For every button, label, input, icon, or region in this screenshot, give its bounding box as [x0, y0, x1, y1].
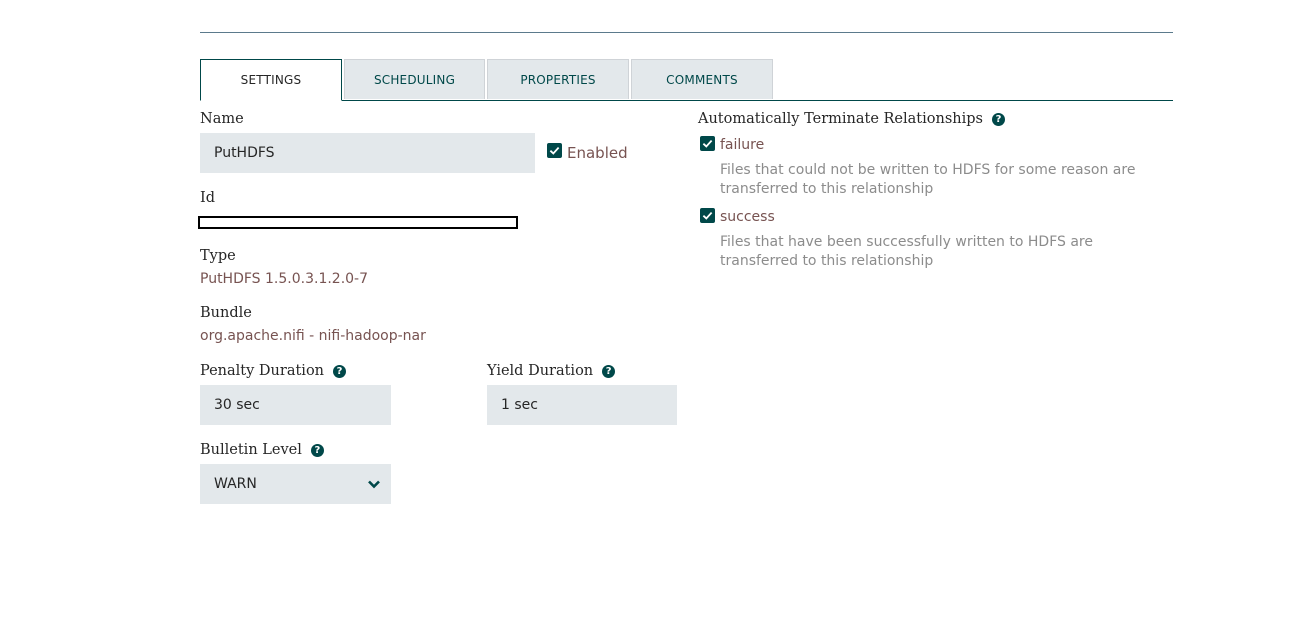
yield-duration-text: Yield Duration [487, 363, 594, 379]
help-icon[interactable]: ? [602, 365, 616, 378]
help-icon[interactable]: ? [991, 113, 1005, 126]
bundle-value: org.apache.nifi - nifi-hadoop-nar [200, 328, 426, 344]
yield-duration-input[interactable]: 1 sec [487, 385, 677, 425]
enabled-label[interactable]: Enabled [567, 144, 628, 162]
bundle-label: Bundle [200, 305, 252, 321]
help-icon[interactable]: ? [333, 365, 347, 378]
auto-terminate-text: Automatically Terminate Relationships [698, 111, 983, 127]
bulletin-level-value: WARN [214, 476, 257, 492]
bulletin-level-text: Bulletin Level [200, 442, 302, 458]
chevron-down-icon [368, 480, 380, 489]
success-checkbox[interactable] [700, 208, 715, 223]
enabled-checkbox[interactable] [547, 143, 562, 158]
relationship-success-description: Files that have been successfully writte… [720, 234, 1093, 269]
yield-duration-label: Yield Duration? [487, 363, 616, 379]
checkmark-icon [702, 139, 713, 148]
tab-bar: SETTINGS SCHEDULING PROPERTIES COMMENTS [200, 59, 1173, 101]
relationship-failure-description: Files that could not be written to HDFS … [720, 162, 1136, 197]
checkmark-icon [702, 211, 713, 220]
bulletin-level-label: Bulletin Level? [200, 442, 324, 458]
checkmark-icon [549, 146, 560, 155]
relationship-failure-name[interactable]: failure [720, 137, 764, 153]
tab-settings[interactable]: SETTINGS [200, 59, 342, 101]
penalty-duration-input[interactable]: 30 sec [200, 385, 391, 425]
failure-checkbox[interactable] [700, 136, 715, 151]
type-value: PutHDFS 1.5.0.3.1.2.0-7 [200, 271, 369, 287]
help-icon[interactable]: ? [310, 444, 324, 457]
name-label: Name [200, 111, 244, 127]
penalty-duration-text: Penalty Duration [200, 363, 325, 379]
redacted-id [198, 216, 518, 229]
type-label: Type [200, 248, 236, 264]
tab-properties[interactable]: PROPERTIES [487, 59, 629, 99]
tab-scheduling[interactable]: SCHEDULING [344, 59, 485, 99]
auto-terminate-label: Automatically Terminate Relationships? [698, 111, 1005, 127]
penalty-duration-label: Penalty Duration? [200, 363, 347, 379]
name-input[interactable]: PutHDFS [200, 133, 535, 173]
relationship-success-name[interactable]: success [720, 209, 775, 225]
header-divider [200, 32, 1173, 33]
tab-comments[interactable]: COMMENTS [631, 59, 773, 99]
bulletin-level-select[interactable]: WARN [200, 464, 391, 504]
id-label: Id [200, 190, 216, 206]
